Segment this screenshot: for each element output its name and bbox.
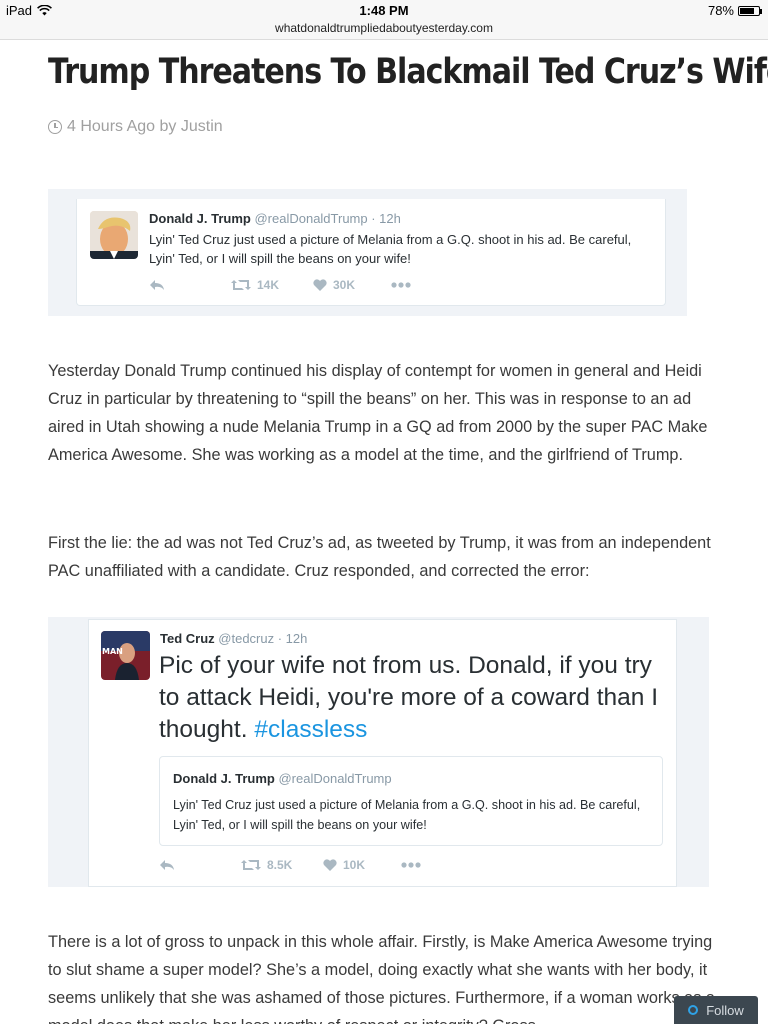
tweet-actions: 8.5K 10K <box>159 858 421 872</box>
article-meta: 4 Hours Ago by Justin <box>48 118 223 136</box>
like-button[interactable]: 10K <box>323 858 401 872</box>
quoted-tweet-text: Lyin' Ted Cruz just used a picture of Me… <box>173 798 641 832</box>
retweet-button[interactable]: 14K <box>231 278 313 292</box>
clock-icon <box>48 120 62 134</box>
like-button[interactable]: 30K <box>313 278 391 292</box>
tweet-text-body: Pic of your wife not from us. Donald, if… <box>159 652 659 743</box>
address-bar-url[interactable]: whatdonaldtrumpliedaboutyesterday.com <box>0 21 768 35</box>
follow-button[interactable]: Follow <box>674 996 758 1024</box>
reply-icon[interactable] <box>159 859 241 871</box>
retweet-icon <box>241 860 261 870</box>
reply-icon[interactable] <box>149 279 231 291</box>
more-icon[interactable] <box>391 282 411 288</box>
cruz-avatar: MAN <box>101 631 150 680</box>
retweet-button[interactable]: 8.5K <box>241 858 323 872</box>
like-count: 30K <box>333 278 356 292</box>
article-paragraph-3: There is a lot of gross to unpack in thi… <box>48 933 715 1024</box>
follow-icon <box>688 1005 699 1015</box>
article-paragraph-2: First the lie: the ad was not Ted Cruz’s… <box>48 534 711 580</box>
trump-avatar <box>90 211 138 259</box>
tweet-embed-cruz: MAN Ted Cruz @tedcruz · 12h Pic of your … <box>48 617 709 887</box>
tweet-card: MAN Ted Cruz @tedcruz · 12h Pic of your … <box>88 619 677 887</box>
battery-icon <box>738 5 762 16</box>
status-right: 78% <box>707 3 762 18</box>
tweet-card: Donald J. Trump @realDonaldTrump · 12h L… <box>76 199 666 306</box>
tweet-text: Lyin' Ted Cruz just used a picture of Me… <box>149 232 632 266</box>
heart-icon <box>313 279 327 291</box>
more-icon[interactable] <box>401 862 421 868</box>
battery-percent: 78% <box>707 3 734 18</box>
heart-icon <box>323 859 337 871</box>
quoted-author-handle: @realDonaldTrump <box>278 771 392 786</box>
tweet-header: Ted Cruz @tedcruz · 12h <box>160 631 307 646</box>
quoted-tweet-header: Donald J. Trump @realDonaldTrump <box>173 771 392 786</box>
tweet-header: Donald J. Trump @realDonaldTrump · 12h <box>149 211 401 226</box>
tweet-author-name[interactable]: Donald J. Trump <box>149 211 251 226</box>
ios-status-bar: iPad 1:48 PM 78% whatdonaldtrumpliedabou… <box>0 0 768 40</box>
tweet-author-handle[interactable]: @tedcruz · 12h <box>218 631 307 646</box>
follow-label: Follow <box>706 1002 744 1018</box>
tweet-actions: 14K 30K <box>149 278 411 292</box>
retweet-count: 8.5K <box>267 858 293 872</box>
battery-level <box>740 7 755 14</box>
tweet-author-handle[interactable]: @realDonaldTrump · 12h <box>254 211 400 226</box>
tweet-author-name[interactable]: Ted Cruz <box>160 631 215 646</box>
retweet-count: 14K <box>257 278 280 292</box>
article-title: Trump Threatens To Blackmail Ted Cruz’s … <box>48 52 768 92</box>
svg-text:MAN: MAN <box>102 647 123 656</box>
retweet-icon <box>231 280 251 290</box>
quoted-tweet[interactable]: Donald J. Trump @realDonaldTrump Lyin' T… <box>159 756 663 846</box>
like-count: 10K <box>343 858 366 872</box>
article-paragraph-1: Yesterday Donald Trump continued his dis… <box>48 362 708 464</box>
quoted-author-name: Donald J. Trump <box>173 771 275 786</box>
tweet-text: Pic of your wife not from us. Donald, if… <box>159 650 671 746</box>
status-time: 1:48 PM <box>359 3 409 18</box>
hashtag-link[interactable]: #classless <box>254 716 367 743</box>
tweet-embed-trump: Donald J. Trump @realDonaldTrump · 12h L… <box>48 189 687 316</box>
article-meta-text: 4 Hours Ago by Justin <box>67 118 223 135</box>
